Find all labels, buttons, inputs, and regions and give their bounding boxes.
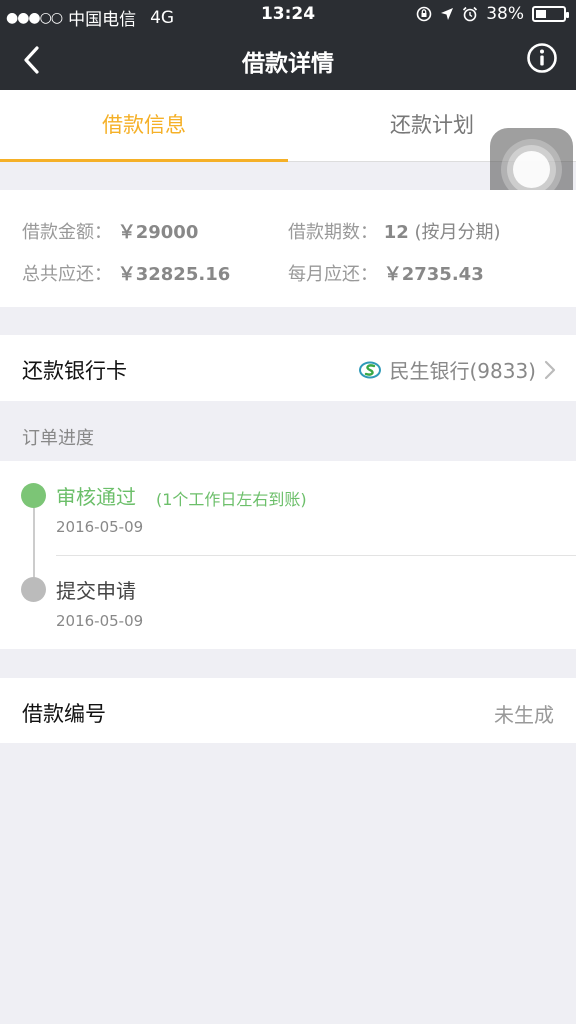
loan-info-card: 借款金额： ￥29000 借款期数： 12 (按月分期) 总共应还： ￥3282… bbox=[0, 190, 576, 307]
repayment-bank-card-row[interactable]: 还款银行卡 民生银行(9833) bbox=[0, 335, 576, 401]
loan-term-value: 12 bbox=[383, 222, 409, 243]
timeline-dot-done bbox=[21, 483, 46, 508]
step-approved-note: (1个工作日左右到账) bbox=[156, 490, 307, 509]
order-progress-header: 订单进度 bbox=[22, 428, 94, 449]
loan-number-label: 借款编号 bbox=[22, 702, 106, 726]
loan-number-row: 借款编号 未生成 bbox=[0, 678, 576, 743]
loan-amount-label: 借款金额： bbox=[22, 222, 112, 243]
battery-icon bbox=[532, 6, 569, 22]
info-circle-icon bbox=[527, 43, 557, 73]
loan-number-value: 未生成 bbox=[494, 703, 554, 727]
battery-fill bbox=[536, 10, 546, 18]
chevron-right-icon bbox=[544, 360, 556, 379]
bank-card-label: 还款银行卡 bbox=[22, 359, 127, 383]
timeline-line bbox=[33, 495, 35, 589]
tab-loan-info[interactable]: 借款信息 bbox=[0, 90, 288, 162]
timeline-dot-past bbox=[21, 577, 46, 602]
monthly-repayment-value: ￥2735.43 bbox=[383, 264, 484, 285]
order-progress-card: 审核通过 (1个工作日左右到账) 2016-05-09 提交申请 2016-05… bbox=[0, 461, 576, 649]
location-arrow-icon bbox=[441, 8, 454, 20]
nav-bar: 借款详情 bbox=[0, 30, 576, 90]
alarm-clock-icon bbox=[463, 6, 478, 22]
step-submitted-date: 2016-05-09 bbox=[56, 612, 144, 630]
loan-term-suffix: (按月分期) bbox=[414, 222, 501, 243]
total-repayment: 总共应还： ￥32825.16 bbox=[22, 260, 230, 286]
loan-term-label: 借款期数： bbox=[288, 222, 378, 243]
top-bar: ●●●○○ 中国电信 4G 13:24 38% 借款详情 bbox=[0, 0, 576, 90]
assistive-touch-ring-inner bbox=[513, 151, 550, 188]
rotation-lock-icon bbox=[416, 6, 432, 22]
loan-term: 借款期数： 12 (按月分期) bbox=[288, 218, 501, 244]
step-approved-date: 2016-05-09 bbox=[56, 518, 144, 536]
loan-amount-value: ￥29000 bbox=[117, 222, 199, 243]
monthly-repayment: 每月应还： ￥2735.43 bbox=[288, 260, 484, 286]
page-title: 借款详情 bbox=[242, 51, 334, 77]
info-button[interactable] bbox=[526, 42, 558, 74]
battery-percent: 38% bbox=[486, 4, 524, 24]
total-repayment-value: ￥32825.16 bbox=[117, 264, 231, 285]
minsheng-bank-logo-icon bbox=[359, 361, 382, 378]
step-submitted-title: 提交申请 bbox=[56, 579, 136, 603]
bank-card-name: 民生银行(9833) bbox=[389, 359, 536, 383]
step-divider bbox=[56, 555, 576, 556]
step-approved-title: 审核通过 bbox=[56, 485, 136, 509]
status-bar: ●●●○○ 中国电信 4G 13:24 38% bbox=[0, 0, 576, 30]
monthly-repayment-label: 每月应还： bbox=[288, 264, 378, 285]
total-repayment-label: 总共应还： bbox=[22, 264, 112, 285]
active-tab-indicator bbox=[0, 159, 288, 162]
loan-amount: 借款金额： ￥29000 bbox=[22, 218, 198, 244]
